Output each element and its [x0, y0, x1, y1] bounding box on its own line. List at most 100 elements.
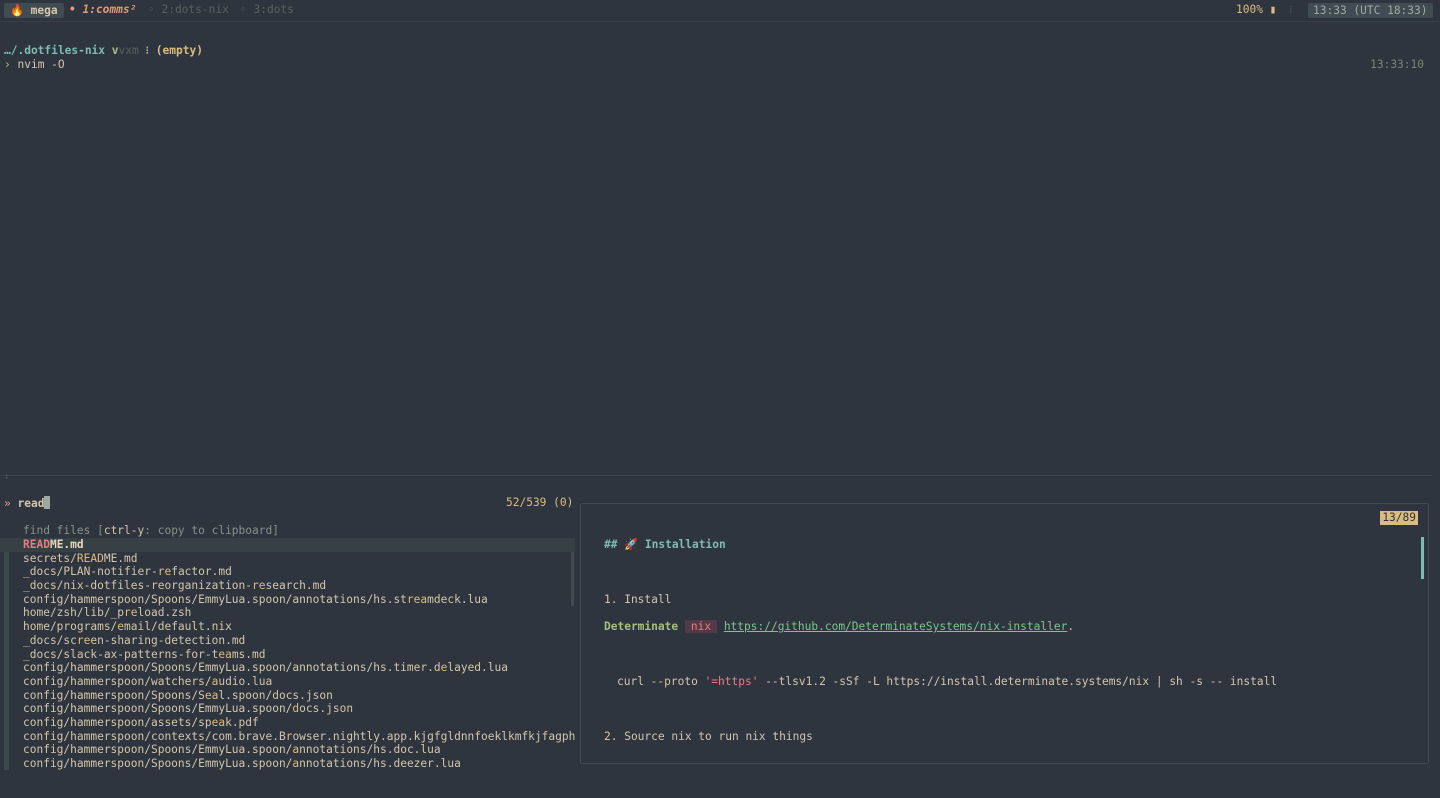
header-key: ctrl-y: [103, 524, 145, 537]
result-path-prefix: config/hammerspoon/Spoons/EmmyLua.spoon/: [23, 743, 293, 757]
result-path-prefix: config/hammerspoon/Spoons/EmmyLua.spoon/…: [23, 592, 407, 606]
result-path-prefix: config/hammerspoon/Spoons/EmmyLua.spoon/…: [23, 661, 441, 675]
result-path-suffix: layed.lua: [447, 661, 508, 675]
battery-indicator: 100% ▮: [1236, 3, 1277, 16]
result-row[interactable]: config/hammerspoon/contexts/com.brave.Br…: [0, 730, 575, 744]
result-path-prefix: home/zsh/lib/_p: [23, 606, 125, 620]
result-path-prefix: config/hammerspoon/assets/sp: [23, 715, 212, 729]
result-row[interactable]: config/hammerspoon/assets/speak.pdf: [0, 716, 575, 730]
result-match-highlight: re: [76, 633, 91, 647]
result-row[interactable]: config/hammerspoon/Spoons/Seal.spoon/doc…: [0, 689, 575, 703]
vcs-name: vxm: [118, 44, 139, 57]
result-row[interactable]: _docs/slack-ax-patterns-for-teams.md: [0, 648, 575, 662]
result-path-suffix: l.spoon/docs.json: [218, 688, 333, 702]
header-title: find files [: [23, 524, 104, 537]
result-path-suffix: ME.md: [49, 538, 84, 551]
result-path: home/programs/email/default.nix: [23, 620, 232, 633]
result-row[interactable]: _docs/nix-dotfiles-reorganization-resear…: [0, 579, 575, 593]
preview-step-source: 2. Source nix to run nix things: [604, 730, 813, 743]
result-path: config/hammerspoon/assets/speak.pdf: [23, 716, 259, 729]
result-row[interactable]: config/hammerspoon/watchers/audio.lua: [0, 675, 575, 689]
result-path-prefix: config/hammerspoon/Spoons/EmmyLua.spoon/: [23, 702, 293, 716]
installer-link[interactable]: https://github.com/DeterminateSystems/ni…: [724, 620, 1068, 633]
result-match-highlight: READ: [23, 538, 50, 551]
result-path-prefix: _docs/PLAN-notifier-: [23, 565, 158, 579]
vcs-separator: ⁝: [138, 44, 156, 57]
result-path-suffix: nnotations/hs.doc.lua: [299, 743, 441, 757]
result-row[interactable]: home/zsh/lib/_preload.zsh: [0, 606, 575, 620]
result-path-suffix: owser.nightly.app.kjgfgldnnfoeklkmfkjfag…: [292, 729, 575, 743]
vcs-status: (empty): [155, 44, 203, 57]
tmux-window-dots-nix[interactable]: ◦ 2:dots-nix: [148, 3, 229, 17]
cwd-path: …/.dotfiles-nix: [4, 44, 106, 57]
result-row[interactable]: _docs/screen-sharing-detection.md: [0, 634, 575, 648]
command-timestamp: 13:33:10: [1370, 58, 1424, 71]
result-path: config/hammerspoon/watchers/audio.lua: [23, 675, 272, 688]
result-row[interactable]: config/hammerspoon/Spoons/EmmyLua.spoon/…: [0, 702, 575, 716]
result-path-prefix: _docs/slack-ax-patterns-for-t: [23, 647, 219, 661]
result-path-prefix: home/programs/: [23, 620, 118, 634]
result-path-suffix: ocs.json: [299, 702, 354, 716]
prompt-symbol: ›: [4, 58, 18, 71]
result-row[interactable]: config/hammerspoon/Spoons/EmmyLua.spoon/…: [0, 743, 575, 757]
result-path: _docs/nix-dotfiles-reorganization-resear…: [23, 579, 326, 592]
curl-proto-string: '=https': [704, 675, 759, 688]
result-path-prefix: config/hammerspoon/watchers/: [23, 674, 212, 688]
result-path: config/hammerspoon/Spoons/Seal.spoon/doc…: [23, 689, 333, 702]
vcs-prefix: v: [105, 44, 119, 57]
preview-pane[interactable]: 13/89 ## 🚀 Installation 1. Install Deter…: [580, 503, 1429, 764]
result-path-prefix: _docs/sc: [23, 633, 77, 647]
result-path: _docs/slack-ax-patterns-for-teams.md: [23, 648, 266, 661]
tmux-session-badge[interactable]: 🔥 mega: [4, 3, 64, 18]
result-path-suffix: nnotations/hs.deezer.lua: [299, 757, 461, 770]
result-path: README.md: [23, 538, 84, 551]
result-path-suffix: ms.md: [231, 647, 266, 661]
result-row[interactable]: config/hammerspoon/Spoons/EmmyLua.spoon/…: [0, 757, 575, 771]
shell-command-line[interactable]: › nvim -O: [4, 58, 65, 72]
results-list: README.md secrets/README.md _docs/PLAN-not…: [0, 538, 575, 771]
result-row[interactable]: secrets/README.md: [0, 552, 575, 566]
clock-badge: 13:33 (UTC 18:33): [1308, 3, 1433, 18]
tmux-window-comms[interactable]: • 1:comms²: [69, 3, 136, 17]
result-path-prefix: _docs/nix-dotfiles-reorganization-: [23, 579, 253, 593]
preview-curl-command: curl --proto '=https' --tlsv1.2 -sSf -L …: [617, 675, 1277, 689]
result-match-highlight: rea: [406, 592, 428, 606]
result-row[interactable]: config/hammerspoon/Spoons/EmmyLua.spoon/…: [0, 593, 575, 607]
result-path-prefix: config/hammerspoon/Spoons/EmmyLua.spoon/: [23, 757, 293, 770]
result-path: config/hammerspoon/contexts/com.brave.Br…: [23, 730, 575, 743]
result-row[interactable]: config/hammerspoon/Spoons/EmmyLua.spoon/…: [0, 661, 575, 675]
result-match-highlight: READ: [76, 551, 104, 565]
result-path: home/zsh/lib/_preload.zsh: [23, 606, 191, 619]
result-path-suffix: mail/default.nix: [124, 620, 232, 634]
text-cursor: [44, 496, 51, 509]
picker-query-input[interactable]: read: [17, 497, 44, 510]
result-path-prefix: config/hammerspoon/Spoons/S: [23, 688, 205, 702]
preview-step-install: 1. Install: [604, 593, 672, 606]
picker-header: find files [ctrl-y: copy to clipboard]: [23, 524, 279, 538]
preview-position-badge: 13/89: [1380, 511, 1418, 525]
result-path: config/hammerspoon/Spoons/EmmyLua.spoon/…: [23, 757, 461, 770]
result-match-highlight: ea: [204, 688, 219, 702]
result-path-suffix: factor.md: [171, 565, 232, 579]
preview-scrollbar[interactable]: [1421, 537, 1424, 579]
preview-determinate-line: Determinate nix https://github.com/Deter…: [604, 620, 1074, 634]
picker-prompt[interactable]: » read: [4, 496, 51, 511]
divider-arrow-icon: ↓: [4, 472, 10, 482]
determinate-label: Determinate: [604, 620, 679, 633]
tmux-window-dots[interactable]: ◦ 3:dots: [240, 3, 294, 17]
pane-divider[interactable]: [0, 475, 1432, 476]
result-row[interactable]: README.md: [0, 538, 575, 552]
prompt-chevron-icon: »: [4, 497, 18, 510]
result-match-highlight: re: [252, 579, 266, 593]
curl-pre: curl --proto: [617, 675, 705, 688]
result-path-suffix: ME.md: [103, 551, 138, 565]
result-row[interactable]: _docs/PLAN-notifier-refactor.md: [0, 565, 575, 579]
result-path: config/hammerspoon/Spoons/EmmyLua.spoon/…: [23, 593, 488, 606]
result-path-suffix: udio.lua: [218, 674, 273, 688]
result-path: config/hammerspoon/Spoons/EmmyLua.spoon/…: [23, 661, 508, 674]
result-path-suffix: mdeck.lua: [427, 592, 488, 606]
result-match-highlight: ea: [218, 647, 232, 661]
shell-cwd-line: …/.dotfiles-nix vvxm ⁝ (empty): [4, 44, 203, 58]
result-row[interactable]: home/programs/email/default.nix: [0, 620, 575, 634]
result-path: secrets/README.md: [23, 552, 138, 565]
